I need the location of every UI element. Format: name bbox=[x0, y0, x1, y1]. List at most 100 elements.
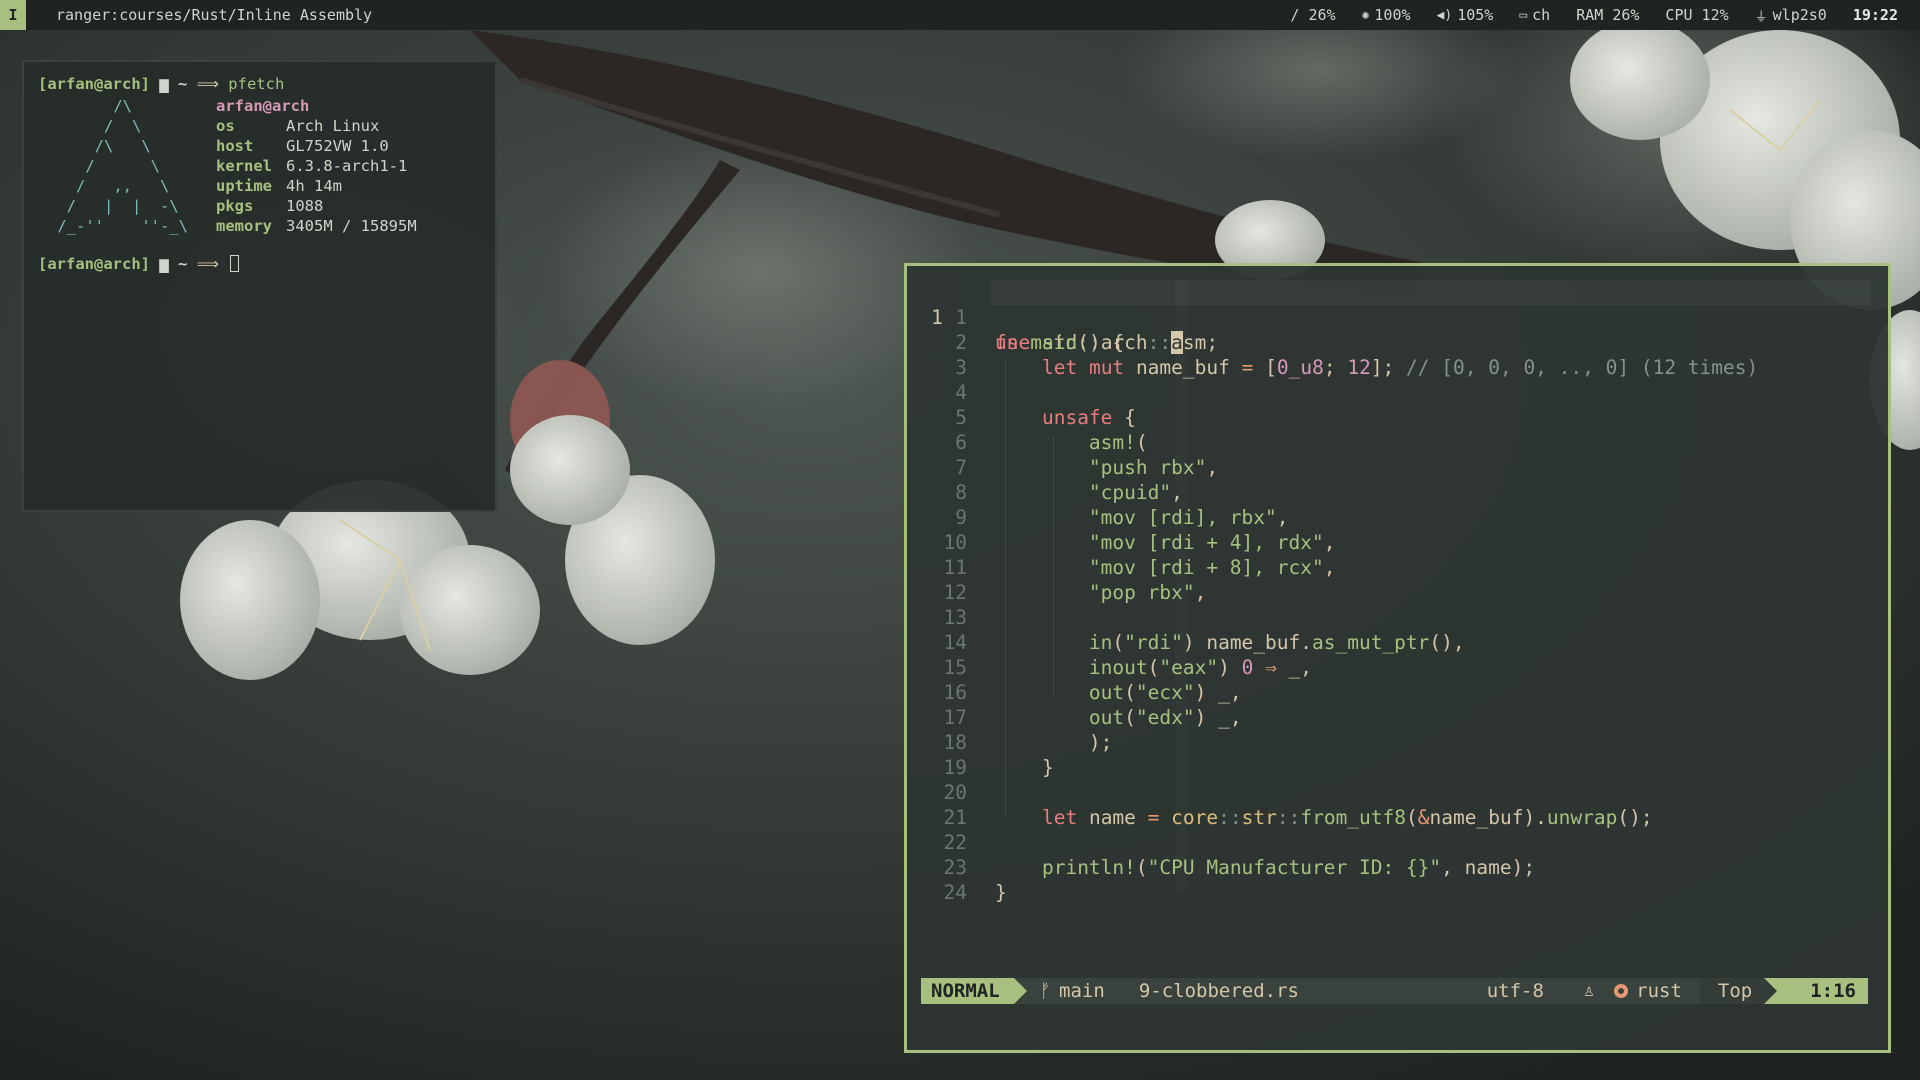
window-title: ranger:courses/Rust/Inline Assembly bbox=[56, 6, 373, 24]
fetch-row: memory 3405M / 15895M bbox=[216, 216, 417, 236]
line-number: 14 bbox=[943, 631, 967, 654]
brightness-icon: ✺ bbox=[1361, 7, 1370, 23]
line-number: 15 bbox=[943, 656, 967, 679]
line-number: 21 bbox=[943, 806, 967, 829]
fetch-key: pkgs bbox=[216, 197, 254, 215]
prompt-user: [arfan@arch] bbox=[38, 75, 150, 93]
workspace-mode-indicator[interactable]: I bbox=[0, 0, 26, 30]
fetch-value: GL752VW 1.0 bbox=[286, 137, 389, 155]
code-text: let mut name_buf = [0_u8; 12]; // [0, 0,… bbox=[1041, 356, 1759, 379]
terminal-prompt-line[interactable]: [arfan@arch] ▆ ~ ⟹ bbox=[38, 254, 240, 274]
brightness-module[interactable]: ✺ 100% bbox=[1362, 6, 1411, 24]
code-text: println!("CPU Manufacturer ID: {}", name… bbox=[1041, 856, 1536, 879]
rust-icon bbox=[1614, 984, 1629, 998]
code-line[interactable]: 2 fn main() { bbox=[907, 330, 1888, 355]
folder-icon: ▆ bbox=[159, 75, 169, 93]
line-number: 22 bbox=[943, 831, 967, 854]
line-number: 4 bbox=[955, 381, 967, 404]
editor-window[interactable]: 1 use std::arch::asm; 1 2 fn main() { 3 l… bbox=[904, 263, 1891, 1053]
code-line[interactable]: 16 out("ecx") _, bbox=[907, 680, 1888, 705]
code-line[interactable]: 21 let name = core::str::from_utf8(&name… bbox=[907, 805, 1888, 830]
prompt-dir: ~ bbox=[178, 255, 188, 273]
fetch-key: uptime bbox=[216, 177, 272, 195]
fetch-row: os Arch Linux bbox=[216, 116, 417, 136]
fetch-value: 4h 14m bbox=[286, 177, 342, 195]
fetch-value: 1088 bbox=[286, 197, 324, 215]
code-line[interactable]: 11 "mov [rdi + 8], rcx", bbox=[907, 555, 1888, 580]
network-module[interactable]: ⏚ wlp2s0 bbox=[1755, 6, 1827, 25]
code-line[interactable]: 17 out("edx") _, bbox=[907, 705, 1888, 730]
brightness-value: 100% bbox=[1374, 6, 1411, 24]
line-number: 6 bbox=[955, 431, 967, 454]
code-line[interactable]: 24} bbox=[907, 880, 1888, 905]
clock: 19:22 bbox=[1852, 6, 1898, 24]
code-line[interactable]: 9 "mov [rdi], rbx", bbox=[907, 505, 1888, 530]
line-number: 1 bbox=[955, 306, 967, 329]
line-number: 9 bbox=[955, 506, 967, 529]
code-text: "mov [rdi], rbx", bbox=[1088, 506, 1289, 529]
cpu-value: CPU 12% bbox=[1665, 6, 1729, 24]
code-line[interactable]: 8 "cpuid", bbox=[907, 480, 1888, 505]
code-line[interactable]: 1 use std::arch::asm; bbox=[931, 280, 1870, 354]
terminal-prompt-line: [arfan@arch] ▆ ~ ⟹ pfetch bbox=[38, 74, 284, 94]
code-line[interactable]: 3 let mut name_buf = [0_u8; 12]; // [0, … bbox=[907, 355, 1888, 380]
mode-indicator: NORMAL bbox=[921, 978, 1027, 1004]
line-number: 5 bbox=[955, 406, 967, 429]
fetch-key: host bbox=[216, 137, 254, 155]
line-number: 3 bbox=[955, 356, 967, 379]
linux-icon: ♙ bbox=[1583, 981, 1595, 1001]
folder-icon: ▆ bbox=[159, 255, 169, 273]
code-line[interactable]: 14 in("rdi") name_buf.as_mut_ptr(), bbox=[907, 630, 1888, 655]
code-line[interactable]: 7 "push rbx", bbox=[907, 455, 1888, 480]
arch-ascii-logo: /\ / \ /\ \ / \ / ,, \ / | | -\ /_-'' ''… bbox=[57, 97, 188, 235]
code-line[interactable]: 22 bbox=[907, 830, 1888, 855]
line-number: 18 bbox=[943, 731, 967, 754]
pfetch-info: arfan@arch os Arch Linux host GL752VW 1.0 … bbox=[216, 96, 417, 236]
git-branch-icon: ᚠ bbox=[1039, 980, 1052, 1002]
code-buffer[interactable]: 1 use std::arch::asm; 1 2 fn main() { 3 l… bbox=[907, 280, 1888, 905]
line-number: 12 bbox=[943, 581, 967, 604]
code-line[interactable]: 15 inout("eax") 0 ⇒ _, bbox=[907, 655, 1888, 680]
top-status-bar: I ranger:courses/Rust/Inline Assembly / … bbox=[0, 0, 1920, 30]
cursor-column-guide bbox=[1175, 280, 1187, 890]
file-encoding: utf-8 bbox=[1486, 980, 1544, 1002]
line-number: 20 bbox=[943, 781, 967, 804]
terminal-window[interactable]: [arfan@arch] ▆ ~ ⟹ pfetch /\ / \ /\ \ / … bbox=[22, 60, 497, 512]
code-text: } bbox=[995, 881, 1007, 904]
code-line[interactable]: 20 bbox=[907, 780, 1888, 805]
code-line[interactable]: 19 } bbox=[907, 755, 1888, 780]
code-line[interactable]: 18 ); bbox=[907, 730, 1888, 755]
keyboard-layout-module[interactable]: ▭ ch bbox=[1519, 6, 1550, 24]
code-line[interactable]: 6 asm!( bbox=[907, 430, 1888, 455]
disk-label: / 26% bbox=[1290, 6, 1336, 24]
volume-module[interactable]: ◀) 105% bbox=[1437, 6, 1494, 24]
fetch-value: Arch Linux bbox=[286, 117, 380, 135]
cursor-position: 1:16 bbox=[1764, 978, 1868, 1004]
status-modules: / 26% ✺ 100% ◀) 105% ▭ ch RAM 26% CPU 12… bbox=[1290, 6, 1920, 25]
code-text: unsafe { bbox=[1041, 406, 1136, 429]
fetch-row: uptime 4h 14m bbox=[216, 176, 417, 196]
code-text: ); bbox=[1088, 731, 1113, 754]
code-text: } bbox=[1041, 756, 1054, 779]
code-line[interactable]: 23 println!("CPU Manufacturer ID: {}", n… bbox=[907, 855, 1888, 880]
code-line[interactable]: 13 bbox=[907, 605, 1888, 630]
code-text: "mov [rdi + 4], rdx", bbox=[1088, 531, 1336, 554]
code-line[interactable]: 4 bbox=[907, 380, 1888, 405]
disk-usage: / 26% bbox=[1290, 6, 1335, 24]
code-line[interactable]: 10 "mov [rdi + 4], rdx", bbox=[907, 530, 1888, 555]
code-line[interactable]: 12 "pop rbx", bbox=[907, 580, 1888, 605]
code-text: "mov [rdi + 8], rcx", bbox=[1088, 556, 1336, 579]
code-line[interactable]: 5 unsafe { bbox=[907, 405, 1888, 430]
indent-guide bbox=[1005, 362, 1006, 818]
editor-statusline: NORMAL ᚠ main 9-clobbered.rs utf-8 ♙ rus… bbox=[921, 978, 1868, 1004]
volume-value: 105% bbox=[1457, 6, 1494, 24]
code-line[interactable]: 1 bbox=[907, 305, 1888, 330]
fetch-row: kernel 6.3.8-arch1-1 bbox=[216, 156, 417, 176]
prompt-arrow: ⟹ bbox=[196, 255, 219, 273]
code-text: out("edx") _, bbox=[1088, 706, 1242, 729]
fetch-key: memory bbox=[216, 217, 272, 235]
network-value: wlp2s0 bbox=[1772, 6, 1827, 24]
fetch-value: 6.3.8-arch1-1 bbox=[286, 157, 408, 175]
code-text: let name = core::str::from_utf8(&name_bu… bbox=[1041, 806, 1653, 829]
line-number: 17 bbox=[943, 706, 967, 729]
